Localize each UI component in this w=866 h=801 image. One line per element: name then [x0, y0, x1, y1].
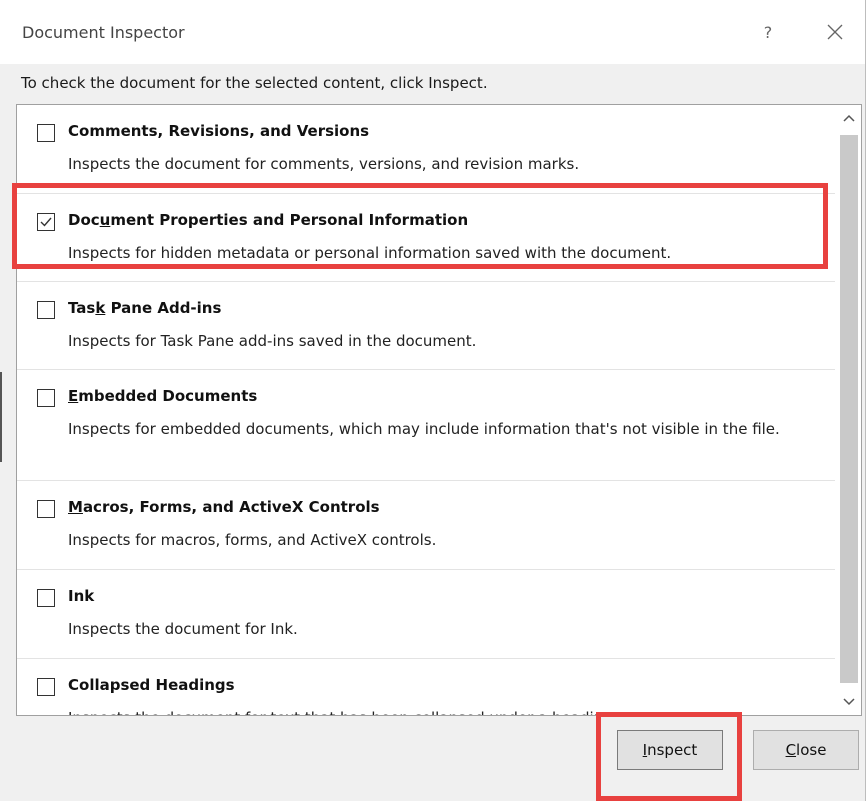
option-title[interactable]: Comments, Revisions, and Versions	[68, 122, 369, 140]
option-title[interactable]: Document Properties and Personal Informa…	[68, 211, 468, 229]
chevron-up-icon	[843, 114, 855, 122]
dialog-title: Document Inspector	[22, 23, 185, 42]
checkbox[interactable]	[37, 500, 55, 518]
inspect-label-rest: nspect	[647, 741, 698, 759]
window-edge-marker	[0, 372, 2, 462]
inspection-option-item[interactable]: Comments, Revisions, and Versions Inspect…	[17, 105, 835, 194]
option-title[interactable]: Task Pane Add-ins	[68, 299, 221, 317]
option-description: Inspects for macros, forms, and ActiveX …	[68, 531, 437, 549]
option-title-accelerator: E	[68, 387, 79, 405]
inspection-option-item[interactable]: Macros, Forms, and ActiveX Controls Inspe…	[17, 481, 835, 570]
option-title-accelerator: u	[99, 211, 111, 229]
checkbox[interactable]	[37, 678, 55, 696]
option-title-text: ment Properties and Personal Information	[110, 211, 469, 229]
checkmark-icon	[40, 217, 52, 227]
instruction-text: To check the document for the selected c…	[21, 74, 488, 92]
help-button[interactable]: ?	[748, 14, 788, 50]
option-description: Inspects the document for Ink.	[68, 620, 298, 638]
option-description: Inspects for embedded documents, which m…	[68, 420, 780, 438]
option-title-text: Tas	[68, 299, 96, 317]
option-title[interactable]: Embedded Documents	[68, 387, 257, 405]
checkbox[interactable]	[37, 301, 55, 319]
inspection-options-list: Comments, Revisions, and Versions Inspect…	[16, 104, 862, 716]
checkbox-checked[interactable]	[37, 213, 55, 231]
close-window-button[interactable]	[815, 14, 855, 50]
inspection-option-item[interactable]: Task Pane Add-ins Inspects for Task Pane …	[17, 282, 835, 370]
checkbox[interactable]	[37, 389, 55, 407]
option-description: Inspects for hidden metadata or personal…	[68, 244, 672, 262]
option-description: Inspects the document for text that has …	[68, 708, 818, 715]
help-icon: ?	[763, 22, 773, 42]
option-title-text: Comments, Revisions, and Versions	[68, 122, 370, 140]
options-viewport: Comments, Revisions, and Versions Inspect…	[17, 105, 837, 715]
option-title-text: Doc	[68, 211, 100, 229]
scroll-up-button[interactable]	[837, 107, 861, 129]
scroll-down-button[interactable]	[837, 691, 861, 713]
inspect-button[interactable]: Inspect	[617, 730, 723, 770]
option-title[interactable]: Collapsed Headings	[68, 676, 235, 694]
option-title[interactable]: Ink	[68, 587, 94, 605]
checkbox[interactable]	[37, 124, 55, 142]
scroll-thumb[interactable]	[840, 135, 858, 683]
option-title-accelerator: k	[95, 299, 106, 317]
title-bar: Document Inspector ?	[0, 0, 865, 64]
option-description: Inspects for Task Pane add-ins saved in …	[68, 332, 477, 350]
option-title-text: Collapsed Headings	[68, 676, 235, 694]
close-label-rest: lose	[796, 741, 827, 759]
checkbox[interactable]	[37, 589, 55, 607]
inspection-option-item[interactable]: Document Properties and Personal Informa…	[17, 194, 835, 282]
vertical-scrollbar[interactable]	[837, 105, 861, 715]
option-title-accelerator: M	[68, 498, 83, 516]
option-title-text: Ink	[68, 587, 95, 605]
inspection-option-item[interactable]: Collapsed Headings Inspects the document …	[17, 659, 835, 715]
option-title-text: acros, Forms, and ActiveX Controls	[82, 498, 380, 516]
close-button[interactable]: Close	[753, 730, 859, 770]
option-description: Inspects the document for comments, vers…	[68, 155, 580, 173]
close-accelerator: C	[785, 741, 797, 759]
option-title-text: Pane Add-ins	[105, 299, 222, 317]
close-icon	[827, 24, 843, 40]
inspection-option-item[interactable]: Embedded Documents Inspects for embedded …	[17, 370, 835, 481]
chevron-down-icon	[843, 698, 855, 706]
document-inspector-dialog: Document Inspector ? To check the docume…	[0, 0, 866, 801]
inspection-option-item[interactable]: Ink Inspects the document for Ink.	[17, 570, 835, 659]
option-title[interactable]: Macros, Forms, and ActiveX Controls	[68, 498, 380, 516]
option-title-text: mbedded Documents	[78, 387, 258, 405]
